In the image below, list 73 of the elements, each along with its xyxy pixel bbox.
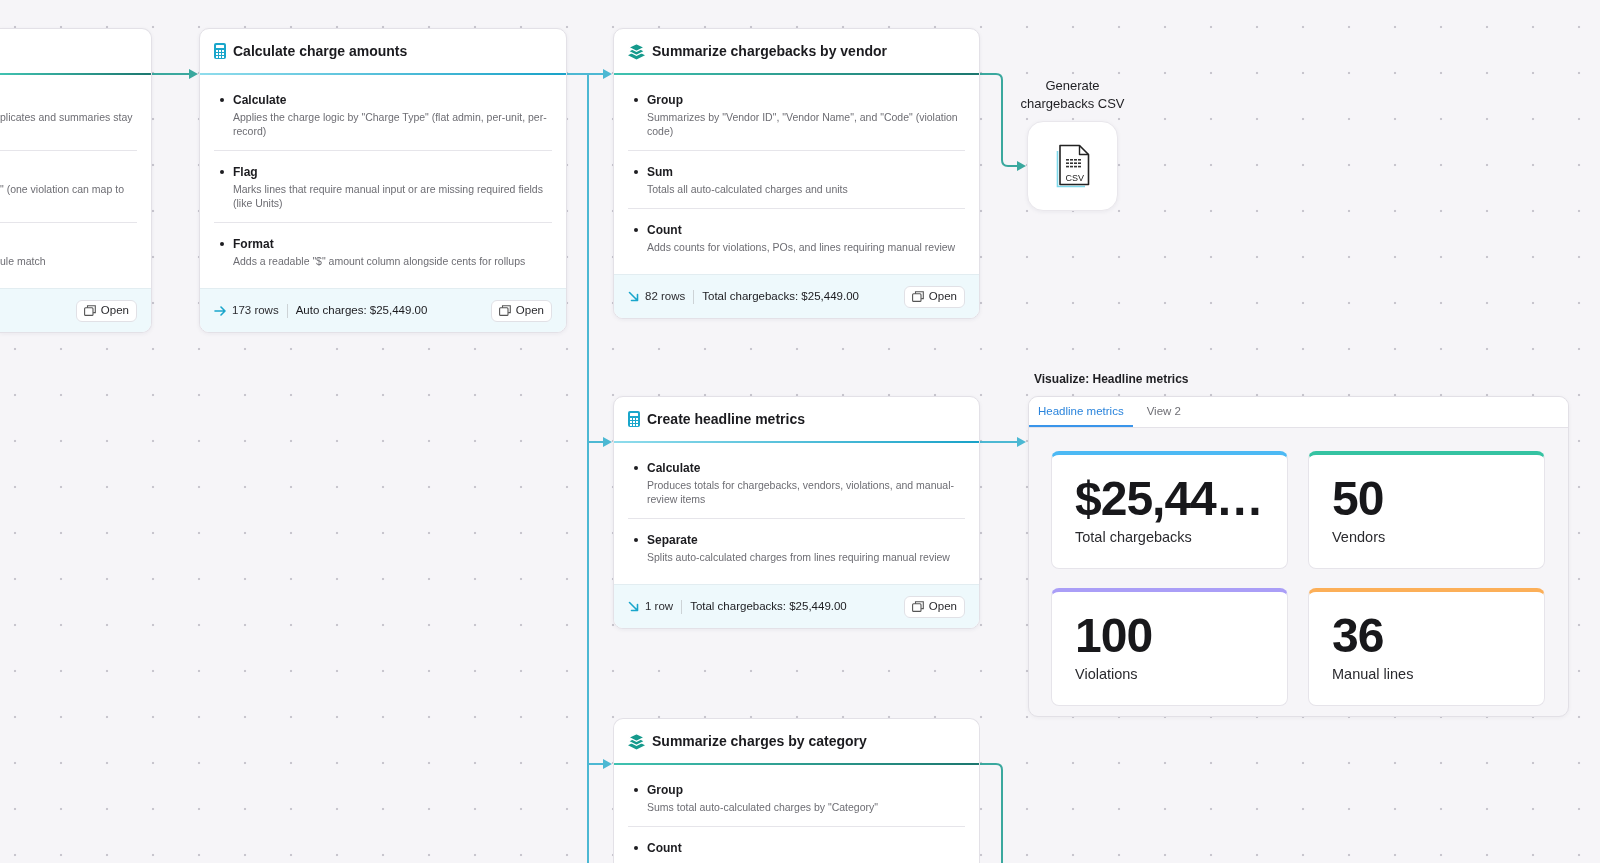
step-label: Calculate — [647, 460, 702, 476]
card-title: Calculate charge amounts — [233, 42, 408, 60]
window-icon — [498, 305, 511, 316]
step-label: Group — [647, 782, 684, 798]
open-button[interactable]: Open — [903, 285, 965, 308]
card-title: Summarize charges by category — [652, 732, 867, 750]
open-button[interactable]: Open — [75, 299, 137, 322]
bullet-icon — [634, 846, 638, 850]
file-type-label: CSV — [1065, 173, 1084, 183]
step-description: Totals all auto-calculated charges and units — [647, 182, 849, 196]
bullet-icon — [634, 466, 638, 470]
metric-label: Manual lines — [1332, 665, 1415, 683]
calculator-icon — [628, 411, 640, 427]
bullet-icon — [634, 98, 638, 102]
step-label: Group — [647, 92, 684, 108]
document-icon — [1054, 144, 1091, 188]
bullet-icon — [634, 170, 638, 174]
metric-label: Vendors — [1332, 528, 1387, 546]
total-summary: Total chargebacks: $25,449.00 — [702, 288, 859, 304]
step-description: Splits auto-calculated charges from lines requiring manual review — [647, 550, 951, 564]
step-description: Adds a readable "$" amount column alongside cents for rollups — [233, 254, 527, 268]
metric-value: 36 — [1332, 612, 1385, 660]
arrow-down-right-icon — [628, 601, 639, 612]
metric-value: $25,44… — [1075, 475, 1264, 523]
bullet-icon — [220, 170, 224, 174]
step-label: Count — [647, 222, 683, 238]
bullet-icon — [634, 788, 638, 792]
bullet-icon — [634, 228, 638, 232]
step-description: ule match — [0, 254, 47, 268]
step-label: Format — [233, 236, 275, 252]
bullet-icon — [634, 538, 638, 542]
row-count: 82 rows — [645, 288, 686, 304]
card-title: Summarize chargebacks by vendor — [652, 42, 887, 60]
arrow-down-right-icon — [628, 291, 639, 302]
open-button[interactable]: Open — [490, 299, 552, 322]
step-description: Summarizes by "Vendor ID", "Vendor Name", and "Code" (violation code) — [647, 110, 959, 138]
metric-value: 50 — [1332, 475, 1385, 523]
step-description: " (one violation can map to — [0, 182, 125, 197]
metric-value: 100 — [1075, 612, 1154, 660]
step-description: Applies the charge logic by "Charge Type" (flat admin, per-unit, per-record) — [233, 110, 548, 138]
bullet-icon — [220, 242, 224, 246]
metric-label: Violations — [1075, 665, 1139, 683]
metric-label: Total chargebacks — [1075, 528, 1193, 546]
step-description: Adds counts for violations, POs, and lines requiring manual review — [647, 240, 957, 254]
step-description: Produces totals for chargebacks, vendors, violations, and manual-review items — [647, 478, 955, 506]
connector-arrow — [979, 437, 1026, 447]
total-summary: Auto charges: $25,449.00 — [295, 302, 428, 318]
bullet-icon — [220, 98, 224, 102]
arrow-right-icon — [214, 305, 226, 316]
tab[interactable]: View 2 — [1137, 397, 1190, 427]
row-count: 173 rows — [232, 302, 279, 318]
step-label: Calculate — [233, 92, 288, 108]
panel-title: Visualize: Headline metrics — [1034, 371, 1189, 388]
open-button[interactable]: Open — [903, 595, 965, 618]
step-label: Sum — [647, 164, 674, 180]
window-icon — [911, 601, 924, 612]
step-label: Flag — [233, 164, 259, 180]
step-description: Marks lines that require manual input or are missing required fields (like Units) — [233, 182, 544, 210]
window-icon — [83, 305, 96, 316]
window-icon — [911, 291, 924, 302]
step-label: Separate — [647, 532, 699, 548]
total-summary: Total chargebacks: $25,449.00 — [690, 598, 847, 614]
card-title: Create headline metrics — [647, 410, 805, 428]
node-label: Generate chargebacks CSV — [1019, 77, 1126, 113]
step-description: plicates and summaries stay — [0, 110, 134, 125]
tab[interactable]: Headline metrics — [1029, 397, 1133, 427]
layers-icon — [628, 732, 645, 750]
row-count: 1 row — [645, 598, 674, 614]
calculator-icon — [214, 43, 226, 59]
step-label: Count — [647, 840, 683, 856]
step-description: Sums total auto-calculated charges by "Category" — [647, 800, 879, 814]
connector-arrow — [151, 69, 198, 79]
layers-icon — [628, 42, 645, 60]
